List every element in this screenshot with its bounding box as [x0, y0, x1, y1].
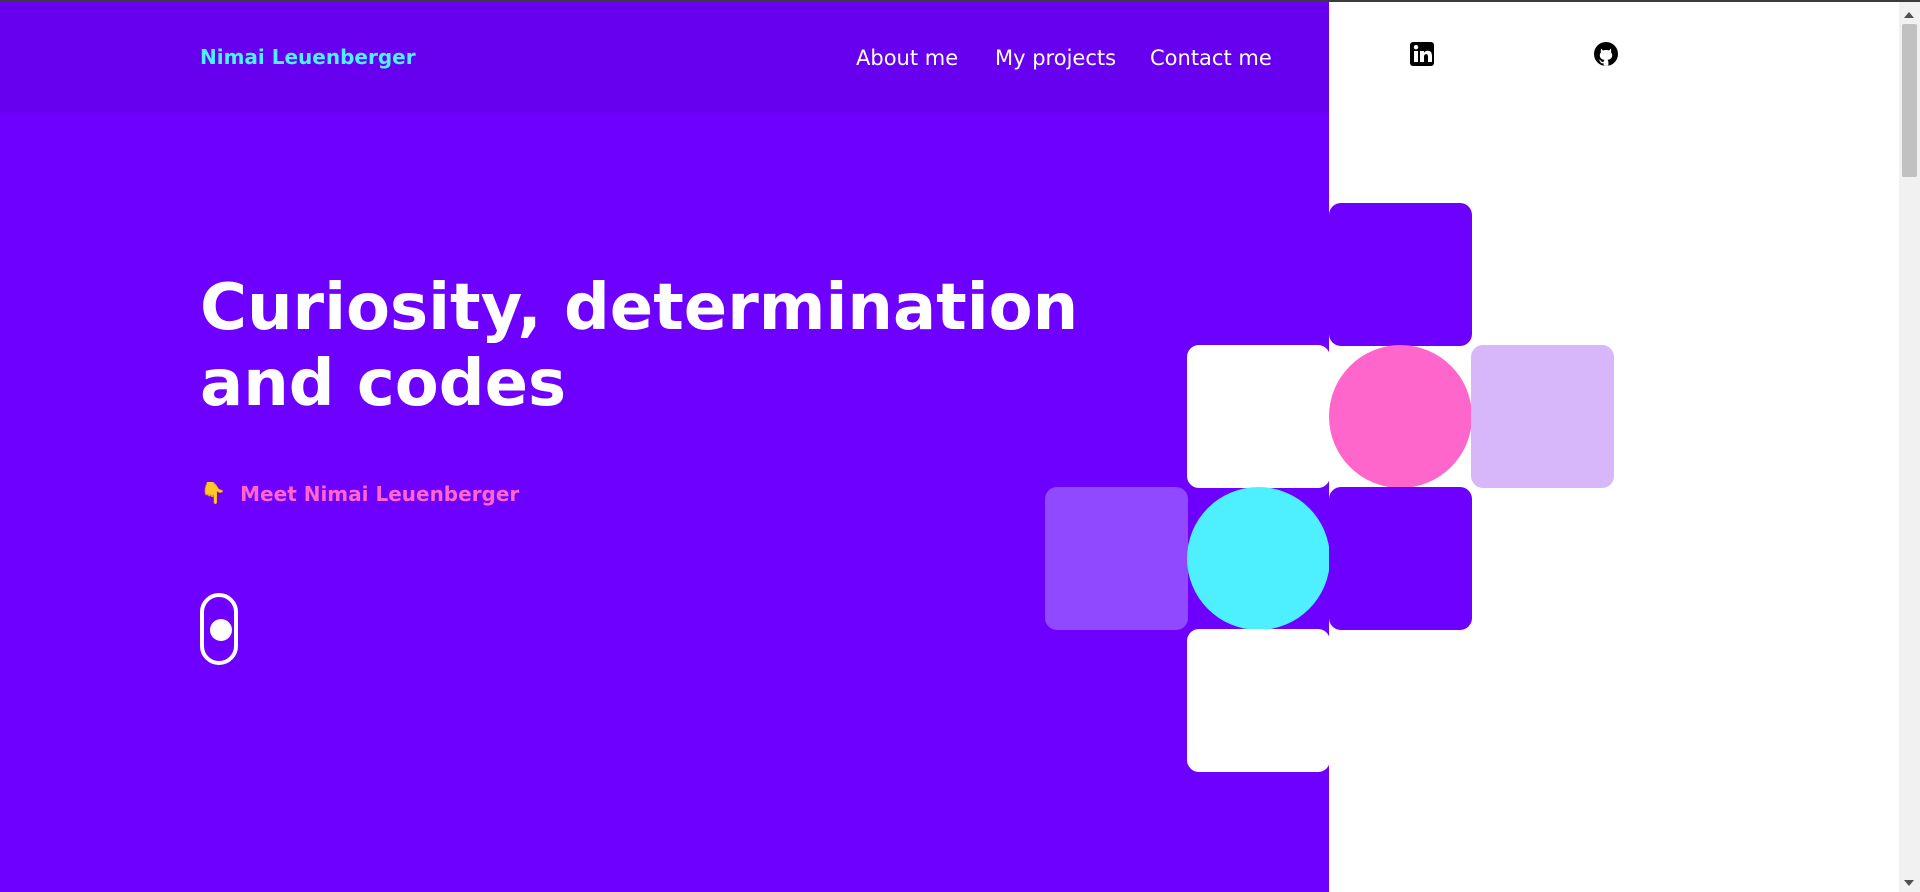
decor-tile-white-lower: [1187, 629, 1330, 772]
decor-circle-cyan: [1187, 487, 1330, 630]
page-scrollbar[interactable]: [1899, 2, 1920, 892]
github-icon[interactable]: [1592, 40, 1620, 68]
decor-tile-white-upper: [1187, 345, 1330, 488]
nav-contact-me[interactable]: Contact me: [1150, 46, 1272, 70]
decor-tile-soft-purple: [1045, 487, 1188, 630]
hero-background: [0, 2, 1329, 892]
page: Nimai Leuenberger About me My projects C…: [0, 0, 1920, 892]
decor-tile-purple-lower: [1329, 487, 1472, 630]
nav-about-me[interactable]: About me: [856, 46, 958, 70]
linkedin-icon[interactable]: [1408, 40, 1436, 68]
meet-label: Meet Nimai Leuenberger: [240, 481, 520, 506]
site-header: Nimai Leuenberger About me My projects C…: [0, 2, 1329, 114]
hero-title: Curiosity, determination and codes: [200, 271, 1079, 421]
decor-tile-top: [1329, 203, 1472, 346]
scroll-up-arrow-icon[interactable]: [1904, 12, 1914, 18]
scroll-indicator[interactable]: [200, 593, 238, 665]
scroll-down-arrow-icon[interactable]: [1904, 880, 1914, 886]
decor-circle-pink: [1329, 345, 1472, 488]
meet-link[interactable]: 👇 Meet Nimai Leuenberger: [200, 481, 519, 506]
nav-my-projects[interactable]: My projects: [995, 46, 1116, 70]
pointing-down-hand-icon: 👇: [200, 481, 227, 505]
scrollbar-thumb[interactable]: [1902, 24, 1917, 177]
brand-link[interactable]: Nimai Leuenberger: [200, 45, 416, 69]
scroll-indicator-dot: [210, 619, 232, 641]
decor-tile-lilac: [1471, 345, 1614, 488]
